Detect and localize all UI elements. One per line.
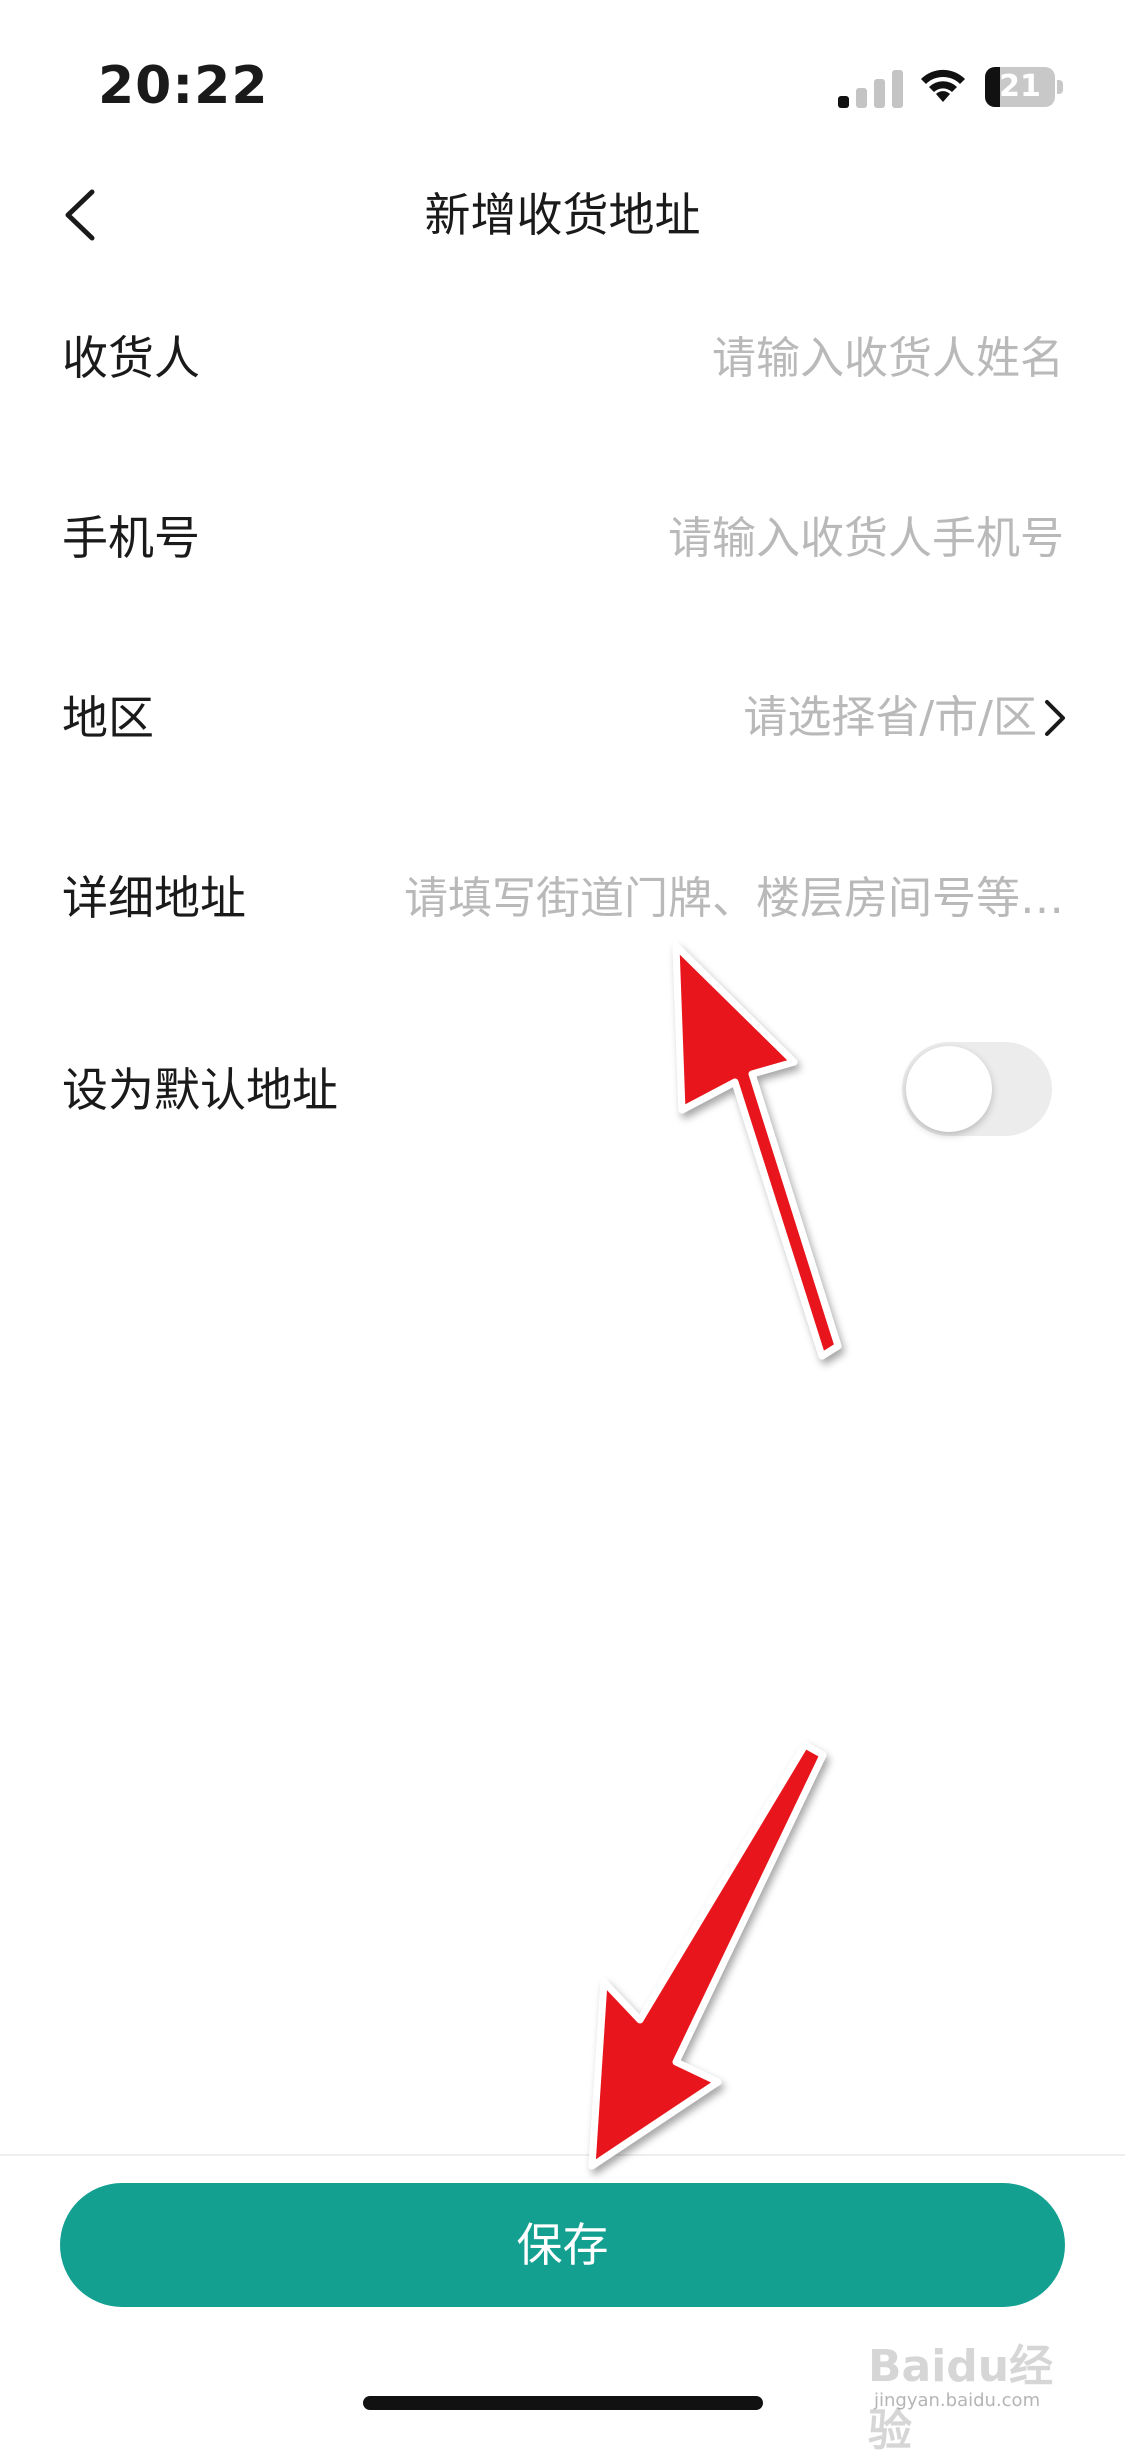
- detail-address-input[interactable]: [330, 858, 1064, 938]
- detail-address-label: 详细地址: [62, 871, 246, 925]
- battery-level: 21: [999, 69, 1041, 104]
- baidu-watermark-logo: Baidu经验 jingyan.baidu.com: [868, 2341, 1054, 2456]
- chevron-left-icon[interactable]: [50, 180, 120, 250]
- default-address-toggle[interactable]: [902, 1042, 1052, 1136]
- wifi-icon: [921, 69, 965, 102]
- recipient-row: 收货人: [0, 298, 1125, 418]
- bottom-divider: [0, 2154, 1125, 2156]
- default-address-label: 设为默认地址: [62, 1063, 338, 1117]
- battery-icon: 21: [985, 67, 1065, 107]
- nav-bar: 新增收货地址: [0, 160, 1125, 270]
- chevron-right-icon: [1045, 700, 1065, 736]
- region-row[interactable]: 地区 请选择省/市/区: [0, 658, 1125, 778]
- toggle-knob: [906, 1046, 992, 1132]
- annotation-arrow-up: [672, 942, 842, 1360]
- default-address-row: 设为默认地址: [0, 1030, 1125, 1150]
- page-title: 新增收货地址: [424, 188, 701, 242]
- cellular-signal-icon: [838, 70, 903, 108]
- phone-label: 手机号: [62, 511, 200, 565]
- recipient-label: 收货人: [62, 331, 200, 385]
- region-placeholder[interactable]: 请选择省/市/区: [743, 658, 1037, 778]
- home-indicator: [363, 2396, 763, 2410]
- phone-input[interactable]: [400, 498, 1064, 578]
- region-label: 地区: [62, 691, 154, 745]
- detail-address-row: 详细地址: [0, 838, 1125, 958]
- status-time: 20:22: [98, 56, 269, 116]
- recipient-name-input[interactable]: [400, 318, 1064, 398]
- status-bar: 20:22 21: [0, 0, 1125, 150]
- phone-row: 手机号: [0, 478, 1125, 598]
- annotation-arrow-down: [588, 1741, 827, 2170]
- save-button[interactable]: 保存: [60, 2183, 1065, 2307]
